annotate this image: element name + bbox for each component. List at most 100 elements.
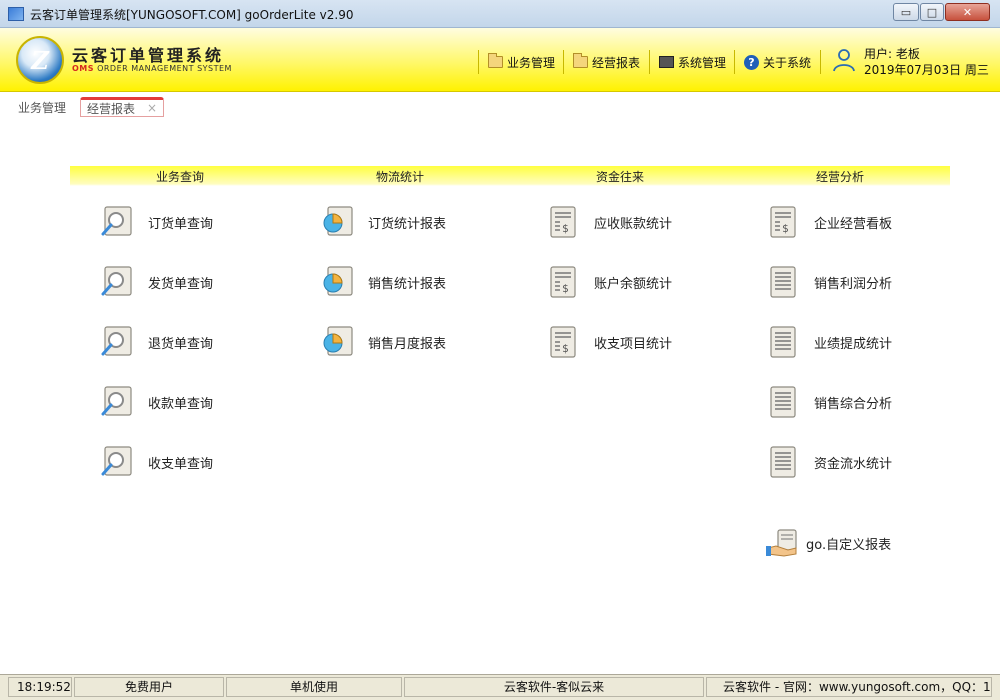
report-list-icon [766, 265, 800, 299]
brand-title: 云客订单管理系统 [72, 46, 225, 65]
menu-item-label: 销售月度报表 [368, 336, 447, 352]
menu-item-label: 企业经营看板 [814, 216, 893, 232]
menu-item-label: 订货统计报表 [368, 216, 447, 232]
menu-item-sales-profit-analysis[interactable]: 销售利润分析 [766, 265, 892, 299]
category-bar: 业务查询 物流统计 资金往来 经营分析 [70, 166, 950, 186]
user-icon [833, 49, 855, 72]
menu-item-label: 销售综合分析 [814, 396, 893, 412]
menu-item-label: 应收账款统计 [594, 216, 673, 232]
status-slogan: 云客软件-客似云来 [404, 677, 704, 697]
menu-item-shipment-query[interactable]: 发货单查询 [100, 265, 213, 299]
menu-item-return-query[interactable]: 退货单查询 [100, 325, 213, 359]
status-mode: 单机使用 [226, 677, 402, 697]
pie-report-icon [320, 265, 354, 299]
menu-item-income-expense-query[interactable]: 收支单查询 [100, 445, 213, 479]
menu-item-sales-monthly-report[interactable]: 销售月度报表 [320, 325, 446, 359]
pie-report-icon [320, 205, 354, 239]
status-user-type: 免费用户 [74, 677, 224, 697]
menu-item-label: 收支项目统计 [594, 336, 673, 352]
nav-system-management[interactable]: 系统管理 [659, 52, 726, 72]
status-time: 18:19:52 [8, 677, 72, 697]
menu-item-label: 销售利润分析 [814, 276, 893, 292]
nav-separator [649, 50, 650, 74]
nav-label: 系统管理 [678, 55, 727, 70]
menu-item-order-stats-report[interactable]: 订货统计报表 [320, 205, 446, 239]
nav-separator [820, 50, 821, 74]
category-funds: 资金往来 [595, 170, 644, 184]
tab-label: 业务管理 [18, 100, 67, 115]
brand-subtitle-oms: OMS [72, 64, 95, 73]
document-search-icon [100, 445, 134, 479]
brand-subtitle: OMS ORDER MANAGEMENT SYSTEM [72, 64, 232, 73]
menu-item-business-dashboard[interactable]: 企业经营看板 [766, 205, 892, 239]
menu-item-commission-stats[interactable]: 业绩提成统计 [766, 325, 892, 359]
category-business-analysis: 经营分析 [815, 170, 864, 184]
menu-item-receivables-stats[interactable]: 应收账款统计 [546, 205, 672, 239]
menu-item-order-query[interactable]: 订货单查询 [100, 205, 213, 239]
user-name: 用户: 老板 [864, 47, 920, 61]
menu-item-label: 销售统计报表 [368, 276, 447, 292]
pie-report-icon [320, 325, 354, 359]
menu-item-cash-flow-stats[interactable]: 资金流水统计 [766, 445, 892, 479]
menu-item-label: 订货单查询 [148, 216, 214, 232]
user-info: 用户: 老板 2019年07月03日 周三 [864, 46, 989, 78]
tab-label: 经营报表 [87, 101, 136, 116]
folder-icon [573, 53, 588, 68]
app-header: Z 云客订单管理系统 OMS ORDER MANAGEMENT SYSTEM 业… [0, 28, 1000, 92]
menu-item-custom-report[interactable]: go.自定义报表 [766, 526, 891, 560]
nav-label: 关于系统 [763, 55, 812, 70]
money-ledger-icon [546, 265, 580, 299]
nav-business-management[interactable]: 业务管理 [488, 52, 555, 72]
nav-business-reports[interactable]: 经营报表 [573, 52, 640, 72]
category-business-query: 业务查询 [155, 170, 204, 184]
category-logistics-stats: 物流统计 [375, 170, 424, 184]
nav-label: 经营报表 [592, 55, 641, 70]
menu-item-label: 资金流水统计 [814, 456, 893, 472]
tab-business-management[interactable]: 业务管理 [18, 97, 66, 117]
nav-separator [478, 50, 479, 74]
report-list-icon [766, 325, 800, 359]
logo-letter: Z [31, 45, 49, 75]
menu-item-label: 发货单查询 [148, 276, 214, 292]
maximize-button[interactable]: □ [920, 3, 944, 21]
document-search-icon [100, 325, 134, 359]
report-list-icon [766, 385, 800, 419]
menu-item-receipt-query[interactable]: 收款单查询 [100, 385, 213, 419]
nav-about-system[interactable]: ? 关于系统 [744, 52, 811, 72]
menu-item-account-balance-stats[interactable]: 账户余额统计 [546, 265, 672, 299]
tab-strip: 业务管理 经营报表 × [0, 93, 1000, 119]
tab-business-reports[interactable]: 经营报表 × [80, 97, 164, 117]
window-titlebar: 云客订单管理系统[YUNGOSOFT.COM] goOrderLite v2.9… [0, 0, 1000, 28]
current-date: 2019年07月03日 周三 [864, 63, 989, 77]
window-title: 云客订单管理系统[YUNGOSOFT.COM] goOrderLite v2.9… [30, 8, 354, 22]
document-search-icon [100, 265, 134, 299]
menu-item-label: 收款单查询 [148, 396, 214, 412]
status-contact: 云客软件 - 官网：www.yungosoft.com，QQ：13 [706, 677, 992, 697]
menu-item-label: 账户余额统计 [594, 276, 673, 292]
close-button[interactable]: ✕ [945, 3, 990, 21]
calculator-icon [659, 56, 674, 68]
nav-separator [563, 50, 564, 74]
money-ledger-icon [766, 205, 800, 239]
report-list-icon [766, 445, 800, 479]
app-logo: Z [16, 36, 64, 84]
menu-item-label: 退货单查询 [148, 336, 214, 352]
menu-item-sales-stats-report[interactable]: 销售统计报表 [320, 265, 446, 299]
app-icon [8, 7, 24, 21]
document-search-icon [100, 385, 134, 419]
minimize-button[interactable]: ▭ [893, 3, 919, 21]
document-search-icon [100, 205, 134, 239]
brand-subtitle-rest: ORDER MANAGEMENT SYSTEM [94, 64, 232, 73]
hand-document-icon [766, 526, 800, 560]
menu-item-sales-comprehensive-analysis[interactable]: 销售综合分析 [766, 385, 892, 419]
status-bar: 18:19:52 免费用户 单机使用 云客软件-客似云来 云客软件 - 官网：w… [0, 674, 1000, 700]
nav-label: 业务管理 [507, 55, 556, 70]
folder-icon [488, 53, 503, 68]
menu-item-label: 业绩提成统计 [814, 336, 893, 352]
help-icon: ? [744, 54, 759, 70]
tab-close-icon[interactable]: × [147, 101, 157, 115]
money-ledger-icon [546, 205, 580, 239]
menu-item-income-expense-items-stats[interactable]: 收支项目统计 [546, 325, 672, 359]
menu-item-label: 收支单查询 [148, 456, 214, 472]
money-ledger-icon [546, 325, 580, 359]
